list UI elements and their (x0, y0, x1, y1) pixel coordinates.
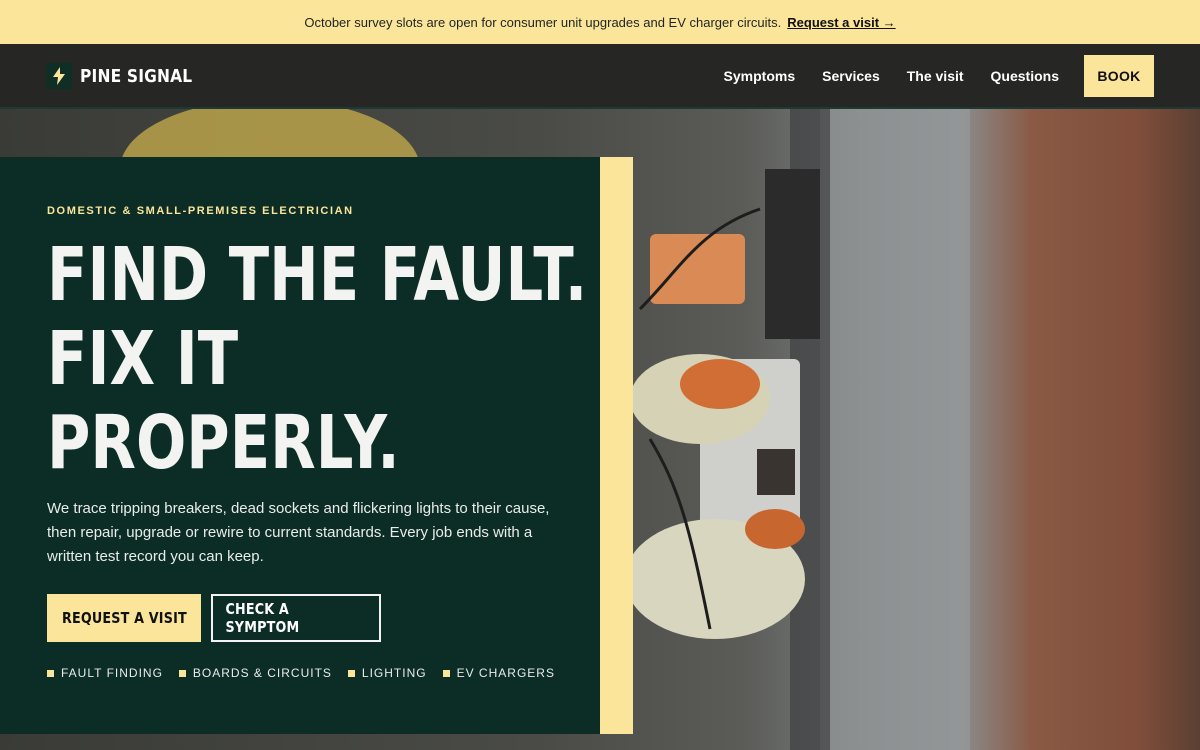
square-bullet-icon (347, 669, 355, 677)
hero-accent-bar (600, 157, 633, 734)
lightning-bolt-icon (46, 63, 72, 89)
service-tag: BOARDS & CIRCUITS (178, 666, 332, 680)
hero-panel: DOMESTIC & SMALL-PREMISES ELECTRICIAN FI… (0, 157, 600, 734)
service-tag-label: BOARDS & CIRCUITS (192, 666, 332, 680)
site-header: PINE SIGNAL Symptoms Services The visit … (0, 44, 1200, 108)
square-bullet-icon (178, 669, 186, 677)
announcement-text: October survey slots are open for consum… (304, 14, 782, 30)
service-tag-label: LIGHTING (361, 666, 427, 680)
brand-name: PINE SIGNAL (80, 65, 193, 87)
service-tag-label: FAULT FINDING (61, 666, 163, 680)
nav-item-symptoms[interactable]: Symptoms (724, 68, 796, 84)
hero-headline: FIND THE FAULT. FIX IT PROPERLY. (47, 233, 623, 485)
service-tag: FAULT FINDING (47, 666, 163, 680)
brand-logo[interactable]: PINE SIGNAL (46, 63, 211, 89)
hero-description: We trace tripping breakers, dead sockets… (47, 500, 550, 565)
service-tag: EV CHARGERS (442, 666, 555, 680)
check-symptom-button[interactable]: CHECK A SYMPTOM (211, 594, 381, 642)
check-symptom-label: CHECK A SYMPTOM (225, 600, 300, 636)
headline-line-3: PROPERLY. (47, 400, 400, 486)
hero-cta-group: REQUEST A VISIT CHECK A SYMPTOM (47, 594, 600, 642)
main-nav: Symptoms Services The visit Questions BO… (724, 55, 1154, 97)
announcement-request-link[interactable]: Request a visit → (787, 15, 895, 30)
request-visit-label: REQUEST A VISIT (61, 609, 187, 627)
announcement-bar: October survey slots are open for consum… (0, 0, 1200, 44)
book-button[interactable]: BOOK (1084, 55, 1154, 97)
square-bullet-icon (47, 669, 54, 677)
nav-item-services[interactable]: Services (822, 68, 880, 84)
headline-line-1: FIND THE FAULT. (47, 232, 588, 318)
nav-item-the-visit[interactable]: The visit (907, 68, 964, 84)
headline-line-2: FIX IT (47, 316, 239, 402)
service-tag: LIGHTING (347, 666, 427, 680)
hero-kicker: DOMESTIC & SMALL-PREMISES ELECTRICIAN (47, 205, 354, 217)
nav-item-questions[interactable]: Questions (991, 68, 1059, 84)
request-visit-button[interactable]: REQUEST A VISIT (47, 594, 201, 642)
service-tags: FAULT FINDING BOARDS & CIRCUITS LIGHTING… (47, 666, 600, 680)
square-bullet-icon (442, 669, 450, 677)
service-tag-label: EV CHARGERS (456, 666, 555, 680)
